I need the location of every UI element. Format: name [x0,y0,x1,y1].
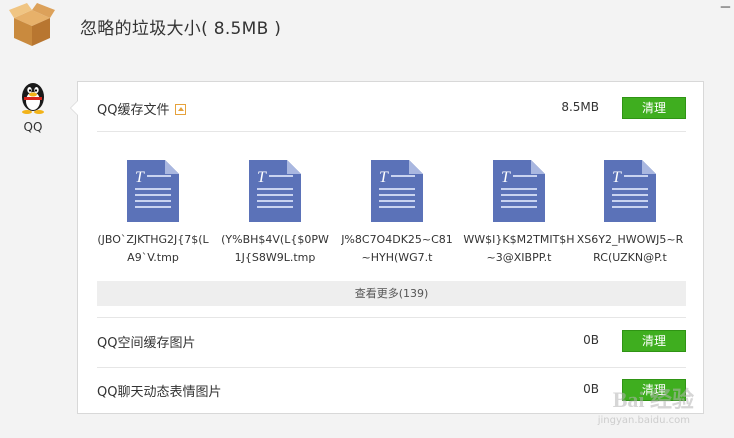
file-item[interactable]: T (Y%BH$4V(L{$0PW1J{S8W9L.tmp [219,158,331,267]
cleanup-panel: QQ缓存文件 8.5MB 清理 T (JBO`ZJKTHG2J{7$(LA9`V… [70,81,704,416]
view-more-button[interactable]: 查看更多(139) [97,281,686,306]
file-item[interactable]: T (JBO`ZJKTHG2J{7$(LA9`V.tmp [97,158,209,267]
divider [97,317,686,318]
file-name: (JBO`ZJKTHG2J{7$(LA9`V.tmp [97,233,209,264]
section-size: 0B [583,333,599,347]
page-title: 忽略的垃圾大小( 8.5MB ) [80,19,282,39]
section-chat-emoji-images: QQ聊天动态表情图片 0B 清理 [97,368,686,416]
section-qzone-cache-images: QQ空间缓存图片 0B 清理 [97,319,686,367]
app-name: QQ [23,120,43,134]
file-item[interactable]: T J%8C7O4DK25~C81~HYH(WG7.t [341,158,453,267]
panel-pointer [70,100,78,116]
text-document-icon: T [371,160,423,222]
section-label: QQ聊天动态表情图片 [97,385,222,400]
divider [97,131,686,132]
svg-text:T: T [257,169,267,186]
svg-text:T: T [612,169,622,186]
file-name: (Y%BH$4V(L{$0PW1J{S8W9L.tmp [221,233,329,264]
text-document-icon: T [604,160,656,222]
text-document-icon: T [127,160,179,222]
svg-text:T: T [501,169,511,186]
clean-button[interactable]: 清理 [622,330,686,352]
svg-text:T: T [135,169,145,186]
section-label: QQ缓存文件 [97,99,187,118]
file-name: WW$I}K$M2TMIT$H~3@XIBPP.t [463,233,575,264]
collapse-toggle-icon[interactable] [175,104,187,115]
section-qq-cache-files: QQ缓存文件 8.5MB 清理 [97,86,686,134]
header: 忽略的垃圾大小( 8.5MB ) ▁ [0,0,734,56]
file-grid: T (JBO`ZJKTHG2J{7$(LA9`V.tmp T (Y%BH$4V(… [97,150,686,270]
qq-penguin-icon [22,83,44,114]
section-size: 0B [583,382,599,396]
file-item[interactable]: T XS6Y2_HWOWJ5~RRC(UZKN@P.t [574,158,686,267]
svg-text:T: T [379,169,389,186]
file-item[interactable]: T WW$I}K$M2TMIT$H~3@XIBPP.t [463,158,575,267]
app-sidebar-item: QQ [10,80,56,134]
watermark-url: jingyan.baidu.com [597,415,690,426]
section-label: QQ空间缓存图片 [97,336,196,351]
file-name: J%8C7O4DK25~C81~HYH(WG7.t [341,233,453,264]
close-icon[interactable]: ▁ [721,0,730,8]
file-name: XS6Y2_HWOWJ5~RRC(UZKN@P.t [576,233,684,264]
clean-button[interactable]: 清理 [622,97,686,119]
watermark-logo: Bai 经验 [612,387,694,412]
text-document-icon: T [493,160,545,222]
text-document-icon: T [249,160,301,222]
package-box-icon [9,3,55,46]
section-size: 8.5MB [561,100,599,114]
